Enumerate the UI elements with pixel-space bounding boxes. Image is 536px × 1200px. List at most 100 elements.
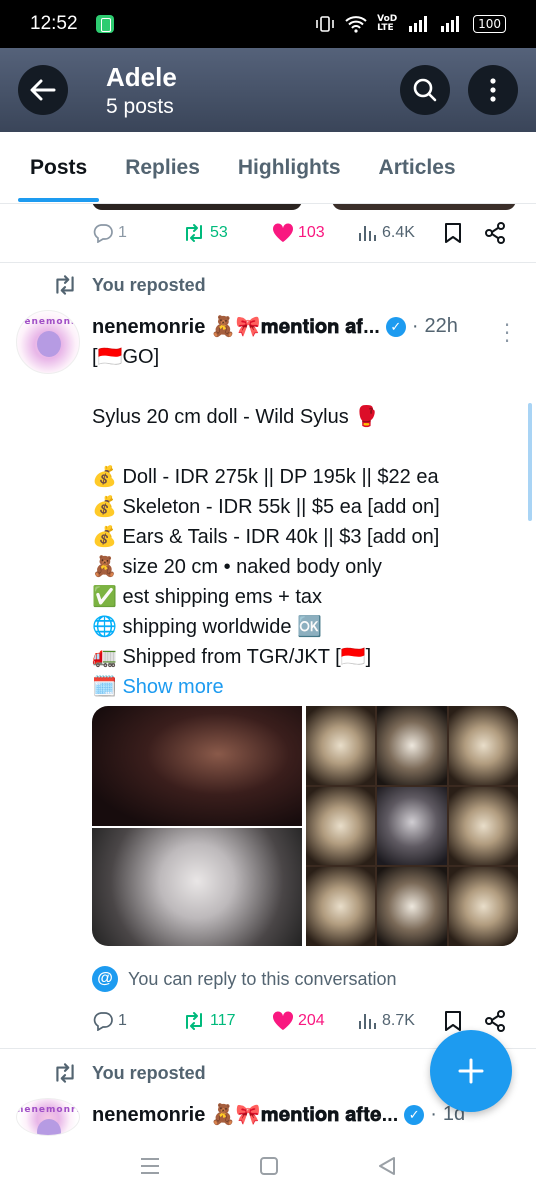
like-count: 204	[298, 1012, 325, 1029]
post-media-grid	[92, 706, 518, 946]
post-line-blank	[92, 432, 512, 462]
search-button[interactable]	[400, 65, 450, 115]
reply-note-text: You can reply to this conversation	[128, 968, 397, 989]
view-count: 6.4K	[382, 224, 415, 241]
post-line: Sylus 20 cm doll - Wild Sylus 🥊	[92, 406, 380, 428]
signal-icon-2	[441, 16, 460, 32]
bookmark-icon	[445, 1011, 461, 1031]
profile-tabs: Posts Replies Highlights Articles	[0, 132, 536, 204]
share-button[interactable]	[484, 222, 506, 244]
media-image-collage[interactable]	[306, 706, 518, 946]
post-actions: 1 117 204 8.7K	[92, 1010, 512, 1032]
vibrate-icon	[316, 16, 334, 32]
bookmark-button[interactable]	[444, 222, 484, 244]
views-icon	[359, 226, 376, 241]
previous-post-media-edge	[92, 204, 516, 212]
show-more-line: 🗓️ Show more	[92, 672, 512, 702]
divider	[0, 262, 536, 263]
repost-icon	[56, 275, 74, 295]
views-icon	[359, 1014, 376, 1029]
post-line-blank	[92, 372, 512, 402]
arrow-left-icon	[30, 79, 56, 101]
recent-apps-button[interactable]	[139, 1157, 161, 1179]
calendar-icon: 🗓️	[92, 676, 117, 698]
search-icon	[413, 78, 437, 102]
repost-button[interactable]: 53	[182, 223, 272, 243]
reply-permission-note: @ You can reply to this conversation	[92, 966, 397, 992]
at-icon: @	[92, 966, 118, 992]
share-icon	[485, 222, 505, 244]
scrollbar[interactable]	[528, 403, 532, 521]
tab-articles[interactable]: Articles	[379, 132, 456, 204]
bookmark-icon	[445, 223, 461, 243]
home-button[interactable]	[259, 1156, 279, 1180]
post-line: 💰 Doll - IDR 275k || DP 195k || $22 ea	[92, 466, 439, 488]
signal-icon	[409, 16, 428, 32]
system-back-button[interactable]	[377, 1156, 397, 1180]
back-button[interactable]	[18, 65, 68, 115]
repost-count: 117	[210, 1012, 236, 1029]
author-name[interactable]: nenemonrie 🧸🎀𝐦𝐞𝐧𝐭𝐢𝐨𝐧 𝐚𝐟...	[92, 314, 380, 339]
tab-replies[interactable]: Replies	[125, 132, 200, 204]
home-square-icon	[260, 1157, 278, 1175]
status-icons: VoD LTE 100	[315, 15, 506, 33]
repost-label: You reposted	[92, 274, 206, 295]
post-actions: 1 53 103 6.4K	[92, 222, 512, 244]
reply-icon	[93, 1012, 113, 1031]
repost-count: 53	[210, 224, 228, 241]
wifi-icon	[345, 16, 367, 33]
repost-indicator: You reposted	[52, 274, 206, 296]
post-line: 🚛 Shipped from TGR/JKT [🇮🇩]	[92, 646, 372, 668]
heart-icon	[272, 223, 294, 242]
status-time: 12:52	[30, 13, 78, 34]
compose-post-button[interactable]	[430, 1030, 512, 1112]
avatar-text: nenemonrie	[17, 1105, 79, 1115]
like-count: 103	[298, 224, 325, 241]
reply-icon	[93, 224, 113, 243]
system-nav-bar	[0, 1136, 536, 1200]
like-button[interactable]: 103	[272, 223, 358, 243]
plus-icon	[458, 1058, 484, 1084]
bookmark-button[interactable]	[444, 1010, 484, 1032]
post-line: ✅ est shipping ems + tax	[92, 586, 323, 608]
status-bar: 12:52 VoD LTE 100	[0, 0, 536, 48]
post-time: 22h	[424, 315, 458, 337]
verified-icon: ✓	[404, 1104, 425, 1125]
post-line: [🇮🇩GO]	[92, 346, 160, 368]
post-count: 5 posts	[106, 94, 174, 118]
post-line: 💰 Ears & Tails - IDR 40k || $3 [add on]	[92, 526, 440, 548]
share-button[interactable]	[484, 1010, 506, 1032]
avatar[interactable]: nenemonrie	[16, 310, 80, 374]
tab-posts[interactable]: Posts	[17, 132, 100, 204]
post-text: [🇮🇩GO] Sylus 20 cm doll - Wild Sylus 🥊 💰…	[92, 342, 512, 702]
verified-icon: ✓	[385, 316, 406, 337]
notification-icon	[95, 15, 114, 33]
menu-icon	[141, 1158, 159, 1174]
reply-count: 1	[118, 224, 127, 241]
reply-button[interactable]: 1	[92, 1011, 182, 1031]
reply-count: 1	[118, 1012, 127, 1029]
post-line: 🧸 size 20 cm • naked body only	[92, 556, 382, 578]
repost-label: You reposted	[92, 1062, 206, 1083]
views-button[interactable]: 8.7K	[358, 1012, 444, 1030]
more-vertical-icon	[490, 78, 496, 102]
repost-button[interactable]: 117	[182, 1011, 272, 1031]
profile-header: Adele 5 posts	[0, 48, 536, 132]
show-more-link[interactable]: Show more	[122, 676, 223, 698]
tab-highlights[interactable]: Highlights	[238, 132, 341, 204]
reply-button[interactable]: 1	[92, 223, 182, 243]
media-image[interactable]	[92, 828, 302, 946]
post-line: 💰 Skeleton - IDR 55k || $5 ea [add on]	[92, 496, 440, 518]
more-options-button[interactable]	[468, 65, 518, 115]
post-line: 🌐 shipping worldwide 🆗	[92, 616, 322, 638]
repost-icon	[186, 224, 202, 242]
post-author-line: nenemonrie 🧸🎀𝐦𝐞𝐧𝐭𝐢𝐨𝐧 𝐚𝐟𝐭𝐞... ✓ · 1d	[92, 1102, 466, 1127]
author-name[interactable]: nenemonrie 🧸🎀𝐦𝐞𝐧𝐭𝐢𝐨𝐧 𝐚𝐟𝐭𝐞...	[92, 1102, 398, 1127]
media-image[interactable]	[92, 706, 302, 826]
repost-indicator: You reposted	[52, 1062, 206, 1084]
avatar[interactable]: nenemonrie	[16, 1098, 80, 1136]
like-button[interactable]: 204	[272, 1011, 358, 1031]
views-button[interactable]: 6.4K	[358, 224, 444, 242]
header-actions	[400, 65, 518, 115]
battery-indicator: 100	[473, 15, 506, 33]
